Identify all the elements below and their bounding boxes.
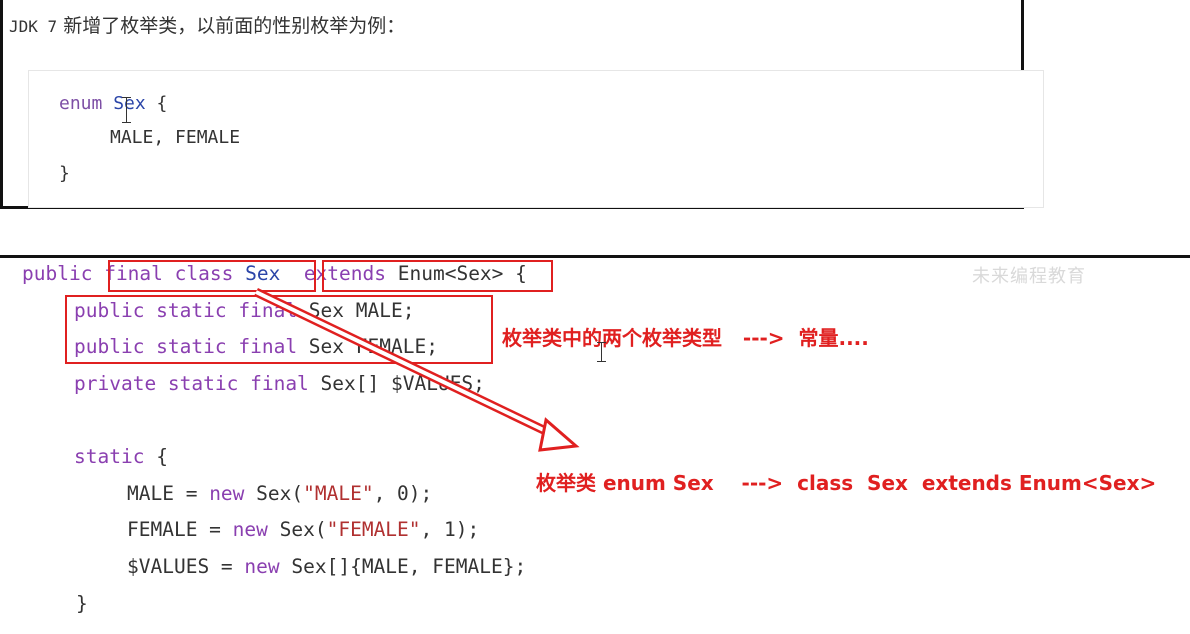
text-cursor-icon: [601, 342, 602, 362]
red-arrow-icon: [254, 287, 580, 452]
text-cursor-cap-top: [597, 342, 606, 343]
text-cursor-cap-bottom: [597, 361, 606, 362]
